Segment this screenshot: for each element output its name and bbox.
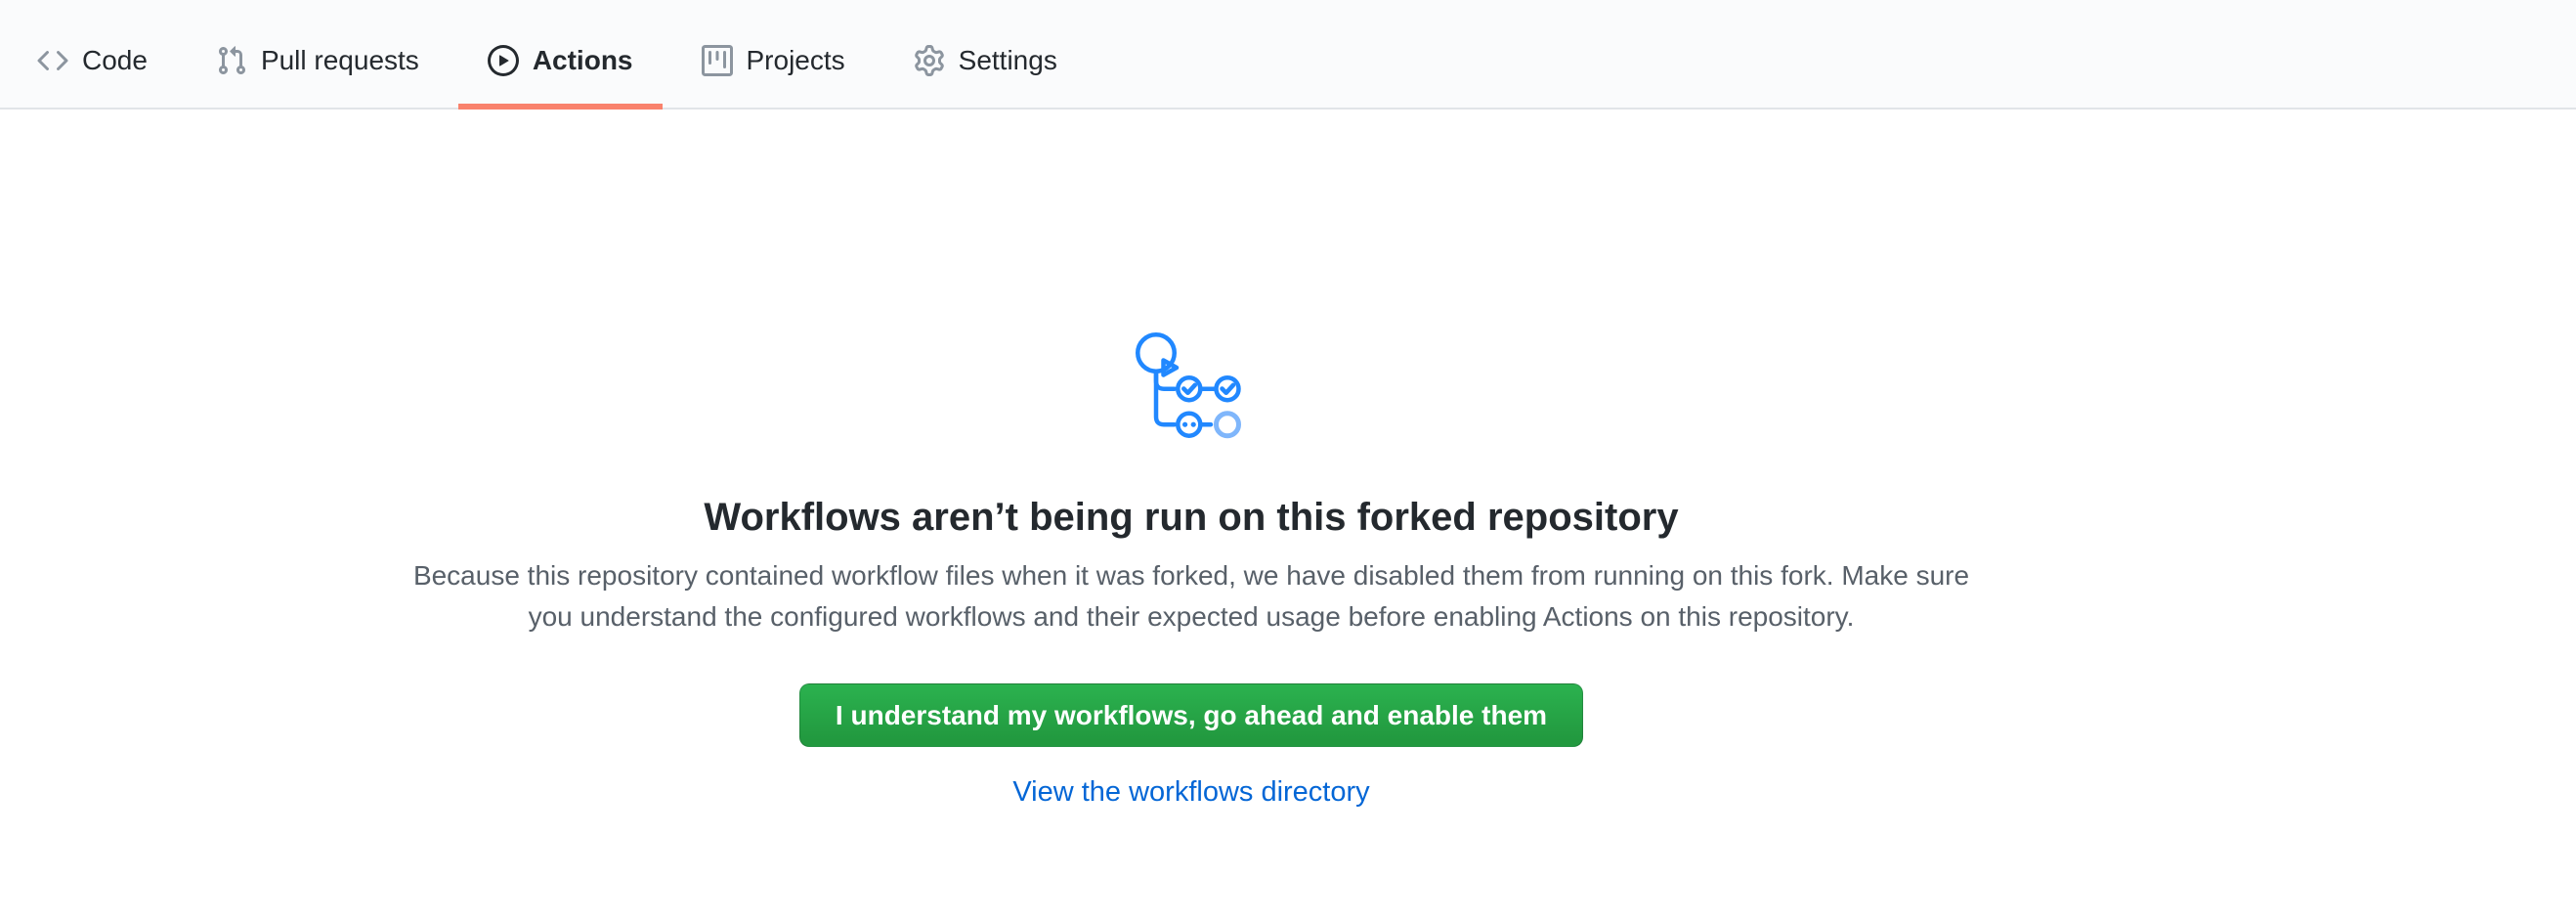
repo-tab-nav: Code Pull requests Actions Projects Sett…: [0, 0, 2576, 110]
view-workflows-link[interactable]: View the workflows directory: [1012, 776, 1369, 808]
git-pull-request-icon: [216, 45, 247, 76]
tab-settings[interactable]: Settings: [884, 14, 1087, 108]
main-content: Workflows aren’t being run on this forke…: [0, 110, 2576, 809]
tab-actions[interactable]: Actions: [458, 14, 663, 108]
tab-code-label: Code: [82, 47, 148, 74]
tab-projects[interactable]: Projects: [672, 14, 875, 108]
tab-settings-label: Settings: [959, 47, 1057, 74]
blankslate-title: Workflows aren’t being run on this forke…: [390, 493, 1993, 542]
gear-icon: [914, 45, 945, 76]
link-row: View the workflows directory: [390, 776, 1993, 809]
tab-projects-label: Projects: [747, 47, 845, 74]
blankslate-description: Because this repository contained workfl…: [409, 555, 1973, 637]
project-icon: [702, 45, 733, 76]
actions-page: Code Pull requests Actions Projects Sett…: [0, 0, 2576, 923]
tab-pull-requests[interactable]: Pull requests: [187, 14, 449, 108]
code-icon: [37, 45, 68, 76]
workflow-graph-icon: [390, 332, 1993, 442]
tab-code[interactable]: Code: [8, 14, 177, 108]
tab-pull-requests-label: Pull requests: [261, 47, 419, 74]
tab-actions-label: Actions: [533, 47, 633, 74]
actions-disabled-blankslate: Workflows aren’t being run on this forke…: [390, 110, 1993, 809]
enable-workflows-button[interactable]: I understand my workflows, go ahead and …: [799, 683, 1583, 747]
play-icon: [488, 45, 519, 76]
